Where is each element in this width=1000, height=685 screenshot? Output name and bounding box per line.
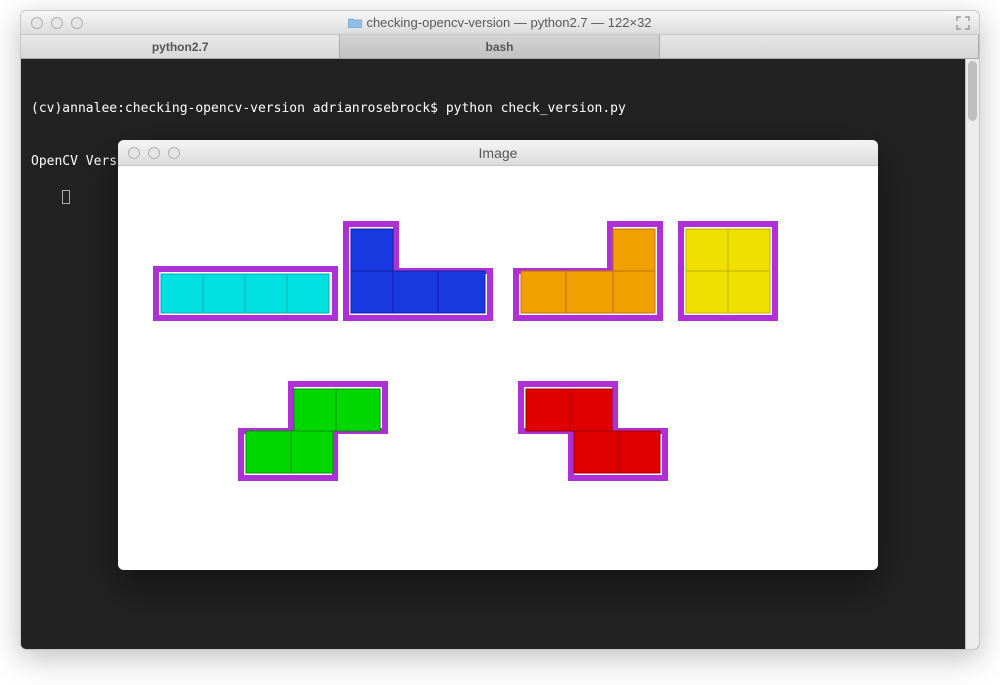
tetromino-i-cyan xyxy=(153,266,338,321)
terminal-tabbar: python2.7 bash xyxy=(21,35,979,59)
minimize-icon[interactable] xyxy=(51,17,63,29)
image-window[interactable]: Image xyxy=(118,140,878,570)
window-controls xyxy=(21,17,83,29)
terminal-title-text: checking-opencv-version — python2.7 — 12… xyxy=(366,15,651,30)
close-icon[interactable] xyxy=(31,17,43,29)
scrollbar-thumb[interactable] xyxy=(968,61,977,121)
tab-bash[interactable]: bash xyxy=(340,35,659,58)
zoom-icon[interactable] xyxy=(71,17,83,29)
fullscreen-icon[interactable] xyxy=(955,15,971,31)
image-window-title: Image xyxy=(118,145,878,161)
terminal-title: checking-opencv-version — python2.7 — 12… xyxy=(21,15,979,30)
tab-python[interactable]: python2.7 xyxy=(21,35,340,58)
tetromino-l-orange xyxy=(513,221,663,321)
cursor-icon xyxy=(62,190,70,204)
image-canvas xyxy=(118,166,878,570)
minimize-icon[interactable] xyxy=(148,147,160,159)
tetromino-j-blue xyxy=(343,221,493,321)
folder-icon xyxy=(348,17,362,28)
tetromino-o-yellow xyxy=(678,221,778,321)
image-titlebar[interactable]: Image xyxy=(118,140,878,166)
tetromino-z-red xyxy=(518,381,668,481)
window-controls xyxy=(118,147,180,159)
tetromino-s-green xyxy=(238,381,388,481)
tab-blank[interactable] xyxy=(660,35,979,58)
terminal-titlebar[interactable]: checking-opencv-version — python2.7 — 12… xyxy=(21,11,979,35)
terminal-scrollbar[interactable] xyxy=(965,59,979,649)
close-icon[interactable] xyxy=(128,147,140,159)
terminal-line: (cv)annalee:checking-opencv-version adri… xyxy=(31,100,969,118)
zoom-icon[interactable] xyxy=(168,147,180,159)
